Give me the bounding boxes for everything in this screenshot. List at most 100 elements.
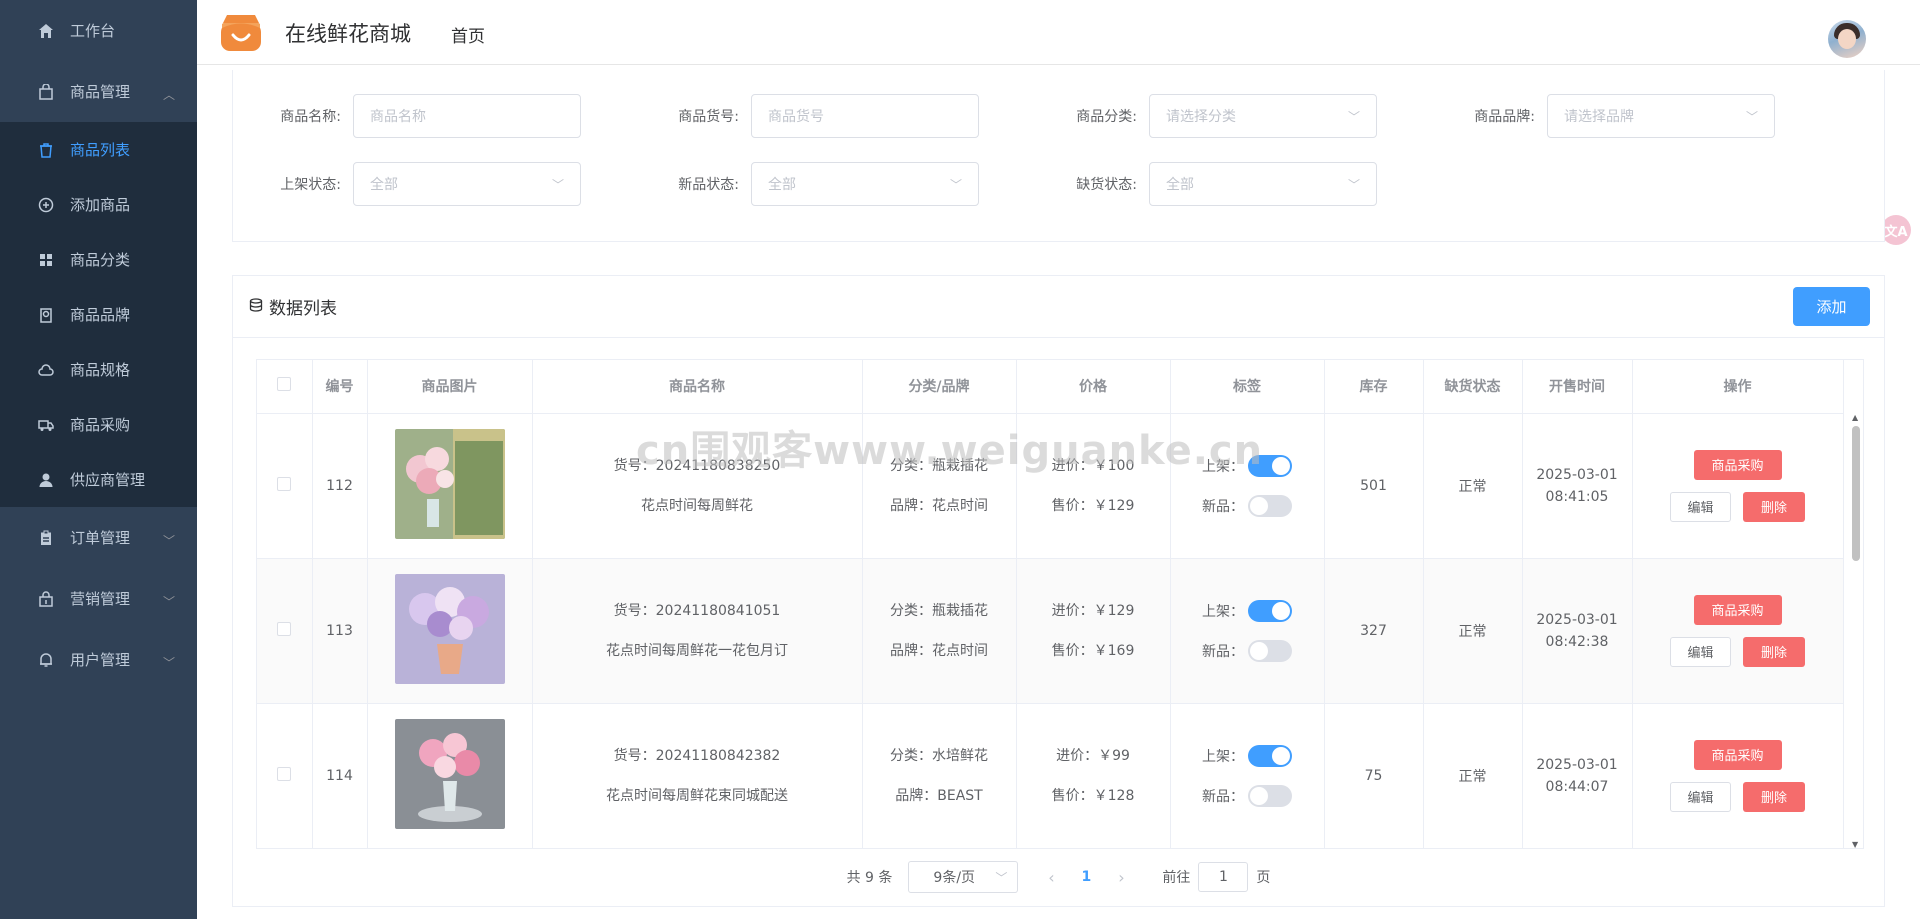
- goods-cost: 进价：￥100: [1051, 457, 1135, 474]
- sidebar-item-goods-spec[interactable]: 商品规格: [0, 342, 197, 397]
- col-header: 标签: [1170, 360, 1325, 414]
- user-icon: [36, 470, 56, 490]
- menu-workbench[interactable]: 工作台: [0, 0, 197, 61]
- home-icon: [36, 21, 56, 41]
- sidebar-item-label: 添加商品: [70, 196, 131, 214]
- chevron-down-icon: ﹀: [162, 655, 175, 670]
- scroll-up-icon[interactable]: ▲: [1852, 413, 1858, 422]
- brand-label: 商品品牌:: [1474, 109, 1535, 125]
- menu-user-manage[interactable]: 用户管理 ﹀: [0, 629, 197, 690]
- new-label: 新品：: [1202, 788, 1244, 805]
- gift-bag-icon: [36, 589, 56, 609]
- cell-price: 进价：￥100 售价：￥129: [1016, 413, 1171, 559]
- new-label: 新品状态:: [678, 177, 739, 193]
- category-placeholder: 请选择分类: [1166, 109, 1236, 125]
- sidebar-item-goods-category[interactable]: 商品分类: [0, 232, 197, 287]
- cell-stock: 327: [1324, 558, 1424, 704]
- new-switch[interactable]: [1248, 494, 1292, 517]
- prev-page-icon[interactable]: ‹: [1036, 868, 1066, 887]
- brand-select[interactable]: 请选择品牌 ﹀: [1547, 94, 1775, 138]
- sn-label: 商品货号:: [678, 109, 739, 125]
- badge-icon: [36, 305, 56, 325]
- cell-stock-status: 正常: [1423, 703, 1523, 848]
- page-number-current[interactable]: 1: [1066, 869, 1106, 885]
- select-all-checkbox[interactable]: [277, 377, 292, 392]
- table-scrollbar[interactable]: ▲ ▼: [1849, 413, 1863, 848]
- form-item-name: 商品名称: 商品名称: [233, 94, 581, 138]
- stock-status-select[interactable]: 全部 ﹀: [1149, 162, 1377, 206]
- menu-workbench-label: 工作台: [70, 22, 116, 40]
- chevron-down-icon: ﹀: [995, 870, 1008, 885]
- menu-marketing-manage[interactable]: 营销管理 ﹀: [0, 568, 197, 629]
- category-label: 商品分类:: [1076, 109, 1137, 125]
- delete-button[interactable]: 删除: [1743, 491, 1805, 522]
- menu-order-manage[interactable]: 订单管理 ﹀: [0, 507, 197, 568]
- publish-switch[interactable]: [1248, 599, 1292, 622]
- new-switch[interactable]: [1248, 639, 1292, 662]
- col-header: 商品名称: [532, 360, 863, 414]
- goods-sn: 货号：20241180838250: [613, 457, 781, 474]
- form-item-publish: 上架状态: 全部 ﹀: [233, 162, 581, 206]
- menu-goods-manage[interactable]: 商品管理 ︿: [0, 61, 197, 122]
- new-label: 新品：: [1202, 498, 1244, 515]
- next-page-icon[interactable]: ›: [1106, 868, 1136, 887]
- row-select-cell: [257, 558, 313, 704]
- sale-time: 08:44:07: [1545, 778, 1609, 795]
- goods-price: 售价：￥128: [1051, 787, 1135, 804]
- name-label: 商品名称:: [280, 109, 341, 125]
- publish-switch[interactable]: [1248, 744, 1292, 767]
- page-size-value: 9条/页: [933, 870, 976, 886]
- row-checkbox[interactable]: [277, 766, 292, 781]
- goods-brand: 品牌：BEAST: [895, 787, 983, 804]
- select-all-cell: [257, 360, 313, 414]
- data-list-card: 数据列表 添加 编号 商品图片 商品名称 分类/品牌 价格 标签 库存 缺货状态…: [232, 275, 1885, 907]
- sidebar-item-add-goods[interactable]: 添加商品: [0, 177, 197, 232]
- publish-switch[interactable]: [1248, 454, 1292, 477]
- publish-status-select[interactable]: 全部 ﹀: [353, 162, 581, 206]
- edit-button[interactable]: 编辑: [1670, 636, 1731, 667]
- page-size-select[interactable]: 9条/页 ﹀: [908, 861, 1019, 893]
- col-header: 分类/品牌: [862, 360, 1017, 414]
- edit-button[interactable]: 编辑: [1670, 491, 1731, 522]
- chevron-down-icon: ﹀: [162, 533, 175, 548]
- scroll-down-icon[interactable]: ▼: [1852, 840, 1858, 848]
- chevron-down-icon: ﹀: [1347, 177, 1360, 192]
- sidebar-item-goods-brand[interactable]: 商品品牌: [0, 287, 197, 342]
- purchase-button[interactable]: 商品采购: [1693, 449, 1782, 480]
- cell-id: 112: [312, 413, 368, 559]
- delete-button[interactable]: 删除: [1743, 781, 1805, 812]
- goto-page-input[interactable]: 1: [1198, 862, 1249, 892]
- stock-status-value: 全部: [1166, 177, 1194, 193]
- scrollbar-thumb[interactable]: [1852, 426, 1860, 561]
- table-row: 112 货号：20241180838250 花点时间每周鲜花 分类：瓶栽插花 品…: [257, 413, 1844, 559]
- category-select[interactable]: 请选择分类 ﹀: [1149, 94, 1377, 138]
- cell-stock-status: 正常: [1423, 558, 1523, 704]
- sidebar-item-supplier[interactable]: 供应商管理: [0, 452, 197, 507]
- add-button[interactable]: 添加: [1793, 287, 1870, 326]
- goods-sn-input[interactable]: 商品货号: [751, 94, 979, 138]
- new-status-select[interactable]: 全部 ﹀: [751, 162, 979, 206]
- switch-knob: [1272, 456, 1290, 475]
- translate-icon[interactable]: 文A: [1881, 215, 1911, 245]
- goods-category: 分类：水培鲜花: [890, 747, 988, 764]
- sale-date: 2025-03-01: [1536, 756, 1618, 773]
- purchase-button[interactable]: 商品采购: [1693, 594, 1782, 625]
- avatar[interactable]: [1828, 20, 1866, 58]
- sidebar-item-goods-purchase[interactable]: 商品采购: [0, 397, 197, 452]
- action-row-top: 商品采购: [1633, 449, 1843, 480]
- sale-date: 2025-03-01: [1536, 466, 1618, 483]
- edit-button[interactable]: 编辑: [1670, 781, 1731, 812]
- cell-id: 114: [312, 703, 368, 848]
- breadcrumb[interactable]: 首页: [451, 22, 485, 47]
- new-switch[interactable]: [1248, 784, 1292, 807]
- row-checkbox[interactable]: [277, 476, 292, 491]
- publish-label: 上架状态:: [280, 177, 341, 193]
- row-checkbox[interactable]: [277, 621, 292, 636]
- goods-price: 售价：￥129: [1051, 497, 1135, 514]
- page-unit: 页: [1256, 870, 1271, 886]
- sidebar-item-goods-list[interactable]: 商品列表: [0, 122, 197, 177]
- delete-button[interactable]: 删除: [1743, 636, 1805, 667]
- purchase-button[interactable]: 商品采购: [1693, 739, 1782, 770]
- goods-name-input[interactable]: 商品名称: [353, 94, 581, 138]
- new-tag: 新品：: [1171, 486, 1324, 526]
